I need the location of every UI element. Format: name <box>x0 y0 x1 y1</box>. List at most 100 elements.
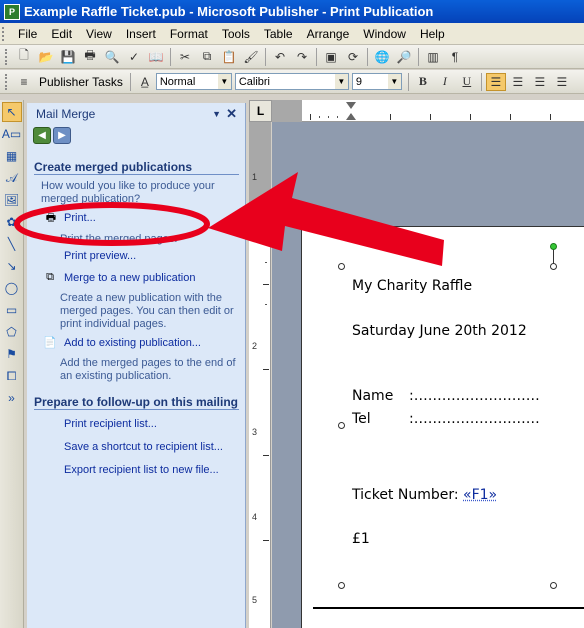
toolbar-separator <box>480 72 482 91</box>
chevron-down-icon[interactable]: ▼ <box>212 109 221 119</box>
ruler-number: 3 <box>252 427 258 437</box>
merge-new-publication-link[interactable]: Merge to a new publication <box>64 272 195 284</box>
bring-forward-icon[interactable]: ▣ <box>321 48 341 66</box>
table-icon[interactable]: ▦ <box>2 146 22 166</box>
add-existing-description: Add the merged pages to the end of an ex… <box>60 357 236 382</box>
publisher-tasks-button[interactable]: Publisher Tasks <box>35 75 127 89</box>
style-select[interactable]: Normal ▼ <box>155 73 232 90</box>
name-line: :……………………… <box>409 388 540 404</box>
chevron-down-icon[interactable]: ▼ <box>387 74 401 89</box>
ruler-tick <box>550 114 551 120</box>
forward-icon[interactable]: ▶ <box>53 127 71 144</box>
paste-icon[interactable]: 📋 <box>219 48 239 66</box>
open-icon[interactable]: 📂 <box>36 48 56 66</box>
arrow-icon[interactable]: ↘ <box>2 256 22 276</box>
indent-marker-icon[interactable] <box>346 113 356 120</box>
add-existing-link[interactable]: Add to existing publication... <box>64 337 201 349</box>
resize-handle[interactable] <box>550 582 557 589</box>
menu-help[interactable]: Help <box>413 25 452 43</box>
chevron-down-icon[interactable]: ▼ <box>334 74 348 89</box>
text-box-icon[interactable]: A▭ <box>2 124 22 144</box>
align-center-icon[interactable]: ☰ <box>508 73 528 91</box>
publisher-tasks-icon[interactable]: ≡ <box>14 73 34 91</box>
raffle-date[interactable]: Saturday June 20th 2012 <box>352 323 527 339</box>
save-icon[interactable]: 💾 <box>58 48 78 66</box>
print-preview-icon[interactable]: 🔍 <box>102 48 122 66</box>
redo-icon[interactable]: ↷ <box>292 48 312 66</box>
save-shortcut-link[interactable]: Save a shortcut to recipient list... <box>64 441 223 453</box>
merge-field-f1[interactable]: «F1» <box>463 487 497 503</box>
cut-icon[interactable]: ✂ <box>175 48 195 66</box>
new-icon[interactable]: 🗋 <box>14 48 34 66</box>
ruler-number: 1 <box>252 172 258 182</box>
raffle-title[interactable]: My Charity Raffle <box>352 278 472 294</box>
line-icon[interactable]: ╲ <box>2 234 22 254</box>
copy-icon[interactable]: ⧉ <box>197 48 217 66</box>
menu-table[interactable]: Table <box>257 25 300 43</box>
print-icon[interactable]: 🖶 <box>80 48 100 66</box>
zoom-icon[interactable]: 🔎 <box>394 48 414 66</box>
resize-handle[interactable] <box>550 263 557 270</box>
select-pointer-icon[interactable]: ↖ <box>1 102 22 122</box>
back-icon[interactable]: ◀ <box>33 127 51 144</box>
resize-handle[interactable] <box>338 263 345 270</box>
menu-arrange[interactable]: Arrange <box>300 25 357 43</box>
align-left-icon[interactable]: ☰ <box>485 72 506 91</box>
menu-edit[interactable]: Edit <box>44 25 79 43</box>
print-link[interactable]: Print... <box>64 212 96 224</box>
more-tools-icon[interactable]: » <box>2 388 22 408</box>
ruler-tick <box>430 114 431 120</box>
menu-format[interactable]: Format <box>163 25 215 43</box>
publication-page[interactable]: My Charity Raffle Saturday June 20th 201… <box>301 226 584 628</box>
font-size-select[interactable]: 9 ▼ <box>351 73 402 90</box>
font-select[interactable]: Calibri ▼ <box>234 73 349 90</box>
formatting-toolbar: ≡ Publisher Tasks A̲ Normal ▼ Calibri ▼ … <box>0 70 584 94</box>
undo-icon[interactable]: ↶ <box>270 48 290 66</box>
publisher-icon: P <box>4 3 20 20</box>
resize-handle[interactable] <box>338 422 345 429</box>
menu-insert[interactable]: Insert <box>119 25 163 43</box>
print-recipient-list-link[interactable]: Print recipient list... <box>64 418 157 430</box>
hot-spot-icon[interactable]: ⚑ <box>2 344 22 364</box>
bold-button[interactable]: B <box>413 73 433 91</box>
oval-icon[interactable]: ◯ <box>2 278 22 298</box>
hyperlink-icon[interactable]: 🌐 <box>372 48 392 66</box>
clip-art-icon[interactable]: ✿ <box>2 212 22 232</box>
horizontal-ruler[interactable] <box>272 100 584 122</box>
task-pane-title: Mail Merge <box>36 107 96 121</box>
picture-icon[interactable]: 🖼 <box>2 190 22 210</box>
question-text: How would you like to produce your merge… <box>41 180 215 205</box>
chevron-down-icon[interactable]: ▼ <box>217 74 231 89</box>
paragraph-icon[interactable]: ¶ <box>445 48 465 66</box>
spelling-icon[interactable]: ✓ <box>124 48 144 66</box>
columns-icon[interactable]: ▥ <box>423 48 443 66</box>
ruler-corner[interactable]: L <box>249 100 272 122</box>
styles-icon[interactable]: A̲ <box>135 73 155 91</box>
menu-bar: File Edit View Insert Format Tools Table… <box>0 23 584 45</box>
vertical-ruler[interactable]: 1 2 3 4 5 <box>249 122 271 628</box>
menu-view[interactable]: View <box>79 25 119 43</box>
menu-tools[interactable]: Tools <box>215 25 257 43</box>
resize-handle[interactable] <box>338 582 345 589</box>
indent-marker-icon[interactable] <box>346 102 356 109</box>
research-icon[interactable]: 📖 <box>146 48 166 66</box>
ruler-tick <box>263 369 269 370</box>
close-icon[interactable]: ✕ <box>226 106 237 122</box>
menu-window[interactable]: Window <box>356 25 413 43</box>
wordart-icon[interactable]: 𝒜 <box>2 168 22 188</box>
format-painter-icon[interactable]: 🖌 <box>241 48 261 66</box>
export-recipient-list-link[interactable]: Export recipient list to new file... <box>64 464 219 476</box>
justify-icon[interactable]: ☰ <box>552 73 572 91</box>
align-right-icon[interactable]: ☰ <box>530 73 550 91</box>
design-gallery-icon[interactable]: ⧠ <box>2 366 22 386</box>
ruler-tick <box>265 304 267 305</box>
rotation-handle[interactable] <box>550 243 557 250</box>
rotate-icon[interactable]: ⟳ <box>343 48 363 66</box>
autoshapes-icon[interactable]: ⬠ <box>2 322 22 342</box>
underline-button[interactable]: U <box>457 73 477 91</box>
rectangle-icon[interactable]: ▭ <box>2 300 22 320</box>
menu-file[interactable]: File <box>11 25 44 43</box>
italic-button[interactable]: I <box>435 73 455 91</box>
section-divider <box>34 174 239 175</box>
print-preview-link[interactable]: Print preview... <box>64 250 136 262</box>
